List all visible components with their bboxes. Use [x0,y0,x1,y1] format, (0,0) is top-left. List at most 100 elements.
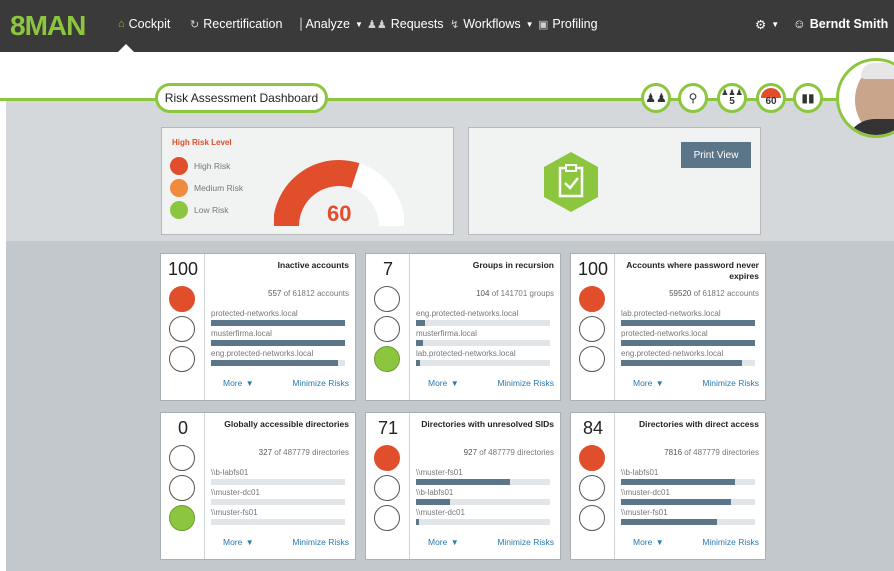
more-button[interactable]: More ▼ [428,537,459,547]
chevron-down-icon: ▼ [771,20,780,29]
medium-risk-indicator [579,316,605,342]
row-label: \\b-labfs01 [621,468,659,477]
card-count-value: 59520 [669,289,692,298]
minimize-risks-link[interactable]: Minimize Risks [497,378,554,388]
row-bar-fill [621,360,742,366]
row-label: eng.protected-networks.local [621,349,724,358]
more-label: More [223,537,243,547]
row-bar [416,519,550,525]
row-bar [621,499,755,505]
row-label: \\muster-dc01 [621,488,670,497]
more-button[interactable]: More ▼ [223,537,254,547]
card-indicator-column: 7 [366,254,410,400]
row-bar [621,479,755,485]
chevron-down-icon: ▼ [450,379,459,388]
medium-risk-indicator [579,475,605,501]
card-count-value: 927 [463,448,478,457]
profile-card-icon: ▣ [538,18,549,31]
card-count-total: 141701 groups [500,289,554,298]
nav-profiling[interactable]: ▣ Profiling [538,17,598,31]
high-risk-indicator [169,445,195,471]
card-score: 7 [382,259,393,279]
risk-score-button[interactable]: 60 [756,83,786,113]
low-risk-indicator [374,505,400,531]
high-risk-indicator [579,286,605,312]
card-count-separator: of [693,289,701,298]
medium-risk-indicator [169,475,195,501]
row-label: musterfirma.local [211,329,272,338]
row-bar-fill [416,499,450,505]
card-title: Directories with direct access [638,419,759,429]
chevron-down-icon: ▼ [354,19,363,29]
row-bar [211,499,345,505]
chevron-down-icon: ▼ [655,538,664,547]
row-label: eng.protected-networks.local [211,349,314,358]
minimize-risks-link[interactable]: Minimize Risks [702,378,759,388]
risk-card: 0 Globally accessible directories 327 of 4… [160,412,356,560]
more-button[interactable]: More ▼ [633,378,664,388]
minimize-risks-link[interactable]: Minimize Risks [292,378,349,388]
more-button[interactable]: More ▼ [223,378,254,388]
row-bar-fill [621,340,755,346]
card-count: 104 of 141701 groups [414,289,554,298]
card-count-separator: of [479,448,486,457]
card-count-separator: of [684,448,691,457]
more-button[interactable]: More ▼ [428,378,459,388]
card-count-value: 557 [268,289,282,298]
card-indicator-column: 100 [571,254,615,400]
card-count-total: 61812 accounts [292,289,350,298]
groups-button[interactable]: ♟♟ [641,83,671,113]
nav-cockpit[interactable]: ⌂ Cockpit [118,17,170,31]
card-count: 59520 of 61812 accounts [619,289,759,298]
nav-analyze-label: Analyze [305,17,350,31]
minimize-risks-link[interactable]: Minimize Risks [497,537,554,547]
high-risk-indicator [374,445,400,471]
print-view-button[interactable]: Print View [681,142,751,168]
app-logo[interactable]: 8MAN [10,10,86,42]
row-bar-fill [621,519,717,525]
risk-level-panel: High Risk Level High Risk Medium Risk Lo… [161,127,454,235]
row-bar-fill [416,320,425,326]
avatar-hair [861,63,894,79]
card-score: 71 [377,418,399,438]
row-bar-fill [621,499,731,505]
nav-requests-label: Requests [390,17,444,31]
users-count-button[interactable]: ♟♟♟ 5 [717,83,747,113]
row-bar [416,479,550,485]
card-title: Accounts where password never expires [626,260,759,282]
settings-menu[interactable]: ⚙ ▼ [755,17,779,32]
search-button[interactable]: ⚲ [678,83,708,113]
nav-workflows[interactable]: ↯ Workflows ▼ [450,17,534,31]
row-bar [211,340,345,346]
risk-card: 100 Accounts where password never expires… [570,253,766,401]
row-bar [621,360,755,366]
card-count: 7816 of 487779 directories [619,448,759,457]
nav-recertification-label: Recertification [203,17,283,31]
row-bar [621,320,755,326]
users-icon: ♟♟ [367,18,387,31]
users-count: 5 [729,96,735,107]
minimize-risks-link[interactable]: Minimize Risks [702,537,759,547]
card-count-separator: of [283,289,291,298]
workflow-icon: ↯ [450,18,460,31]
row-label: \\muster-fs01 [416,468,463,477]
low-risk-indicator [169,346,195,372]
nav-cockpit-label: Cockpit [128,17,171,31]
nav-analyze[interactable]: ▕ Analyze ▼ [293,17,363,31]
nav-recertification[interactable]: ↻ Recertification [190,17,282,31]
more-button[interactable]: More ▼ [633,537,664,547]
print-panel: Print View [468,127,761,235]
bar-chart-icon: ▕ [293,18,302,31]
nav-workflows-label: Workflows [463,17,521,31]
high-risk-indicator [169,286,195,312]
card-score: 0 [177,418,188,438]
more-label: More [633,537,653,547]
card-title: Globally accessible directories [224,419,349,429]
user-menu[interactable]: ☺ Berndt Smith ▼ [793,17,894,31]
medium-risk-indicator [374,475,400,501]
minimize-risks-link[interactable]: Minimize Risks [292,537,349,547]
chart-button[interactable]: ▮▮ [793,83,823,113]
row-label: \\muster-fs01 [211,508,258,517]
nav-requests[interactable]: ♟♟ Requests [367,17,444,31]
chevron-down-icon: ▼ [450,538,459,547]
